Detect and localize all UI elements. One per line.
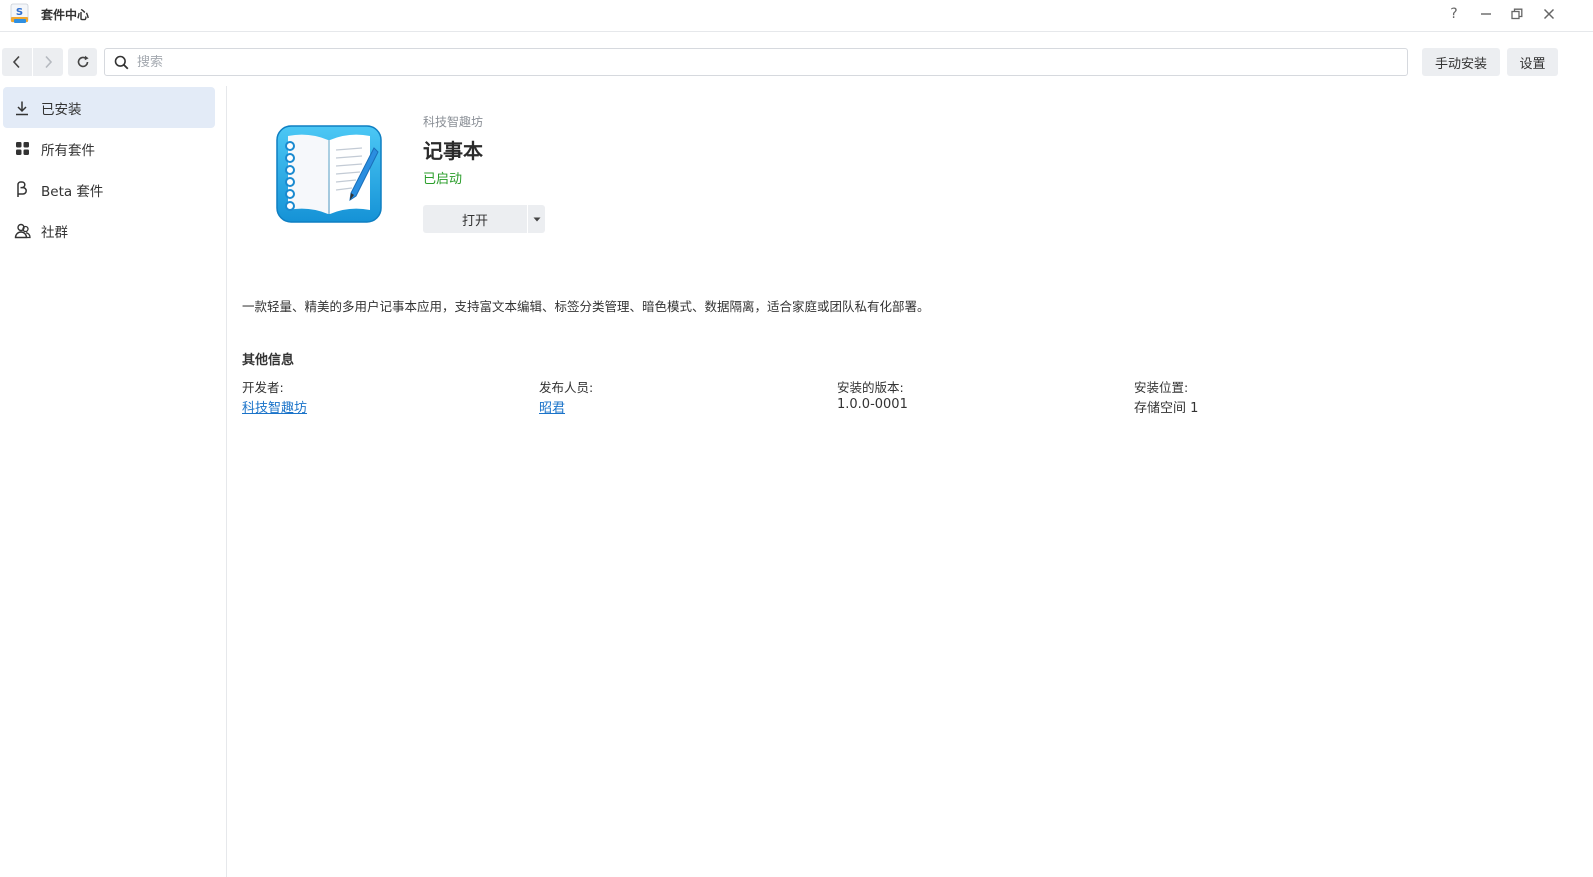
minimize-button[interactable] (1476, 4, 1496, 24)
settings-label: 设置 (1519, 56, 1546, 72)
title-divider (0, 31, 1593, 32)
open-button[interactable]: 打开 (423, 205, 527, 233)
installed-version-value: 1.0.0-0001 (837, 397, 908, 412)
package-status: 已启动 (423, 172, 463, 187)
caret-down-icon (533, 217, 540, 221)
close-icon (1543, 8, 1555, 20)
sidebar-item-community[interactable]: 社群 (3, 210, 215, 251)
restore-icon (1511, 8, 1523, 20)
sidebar-item-beta[interactable]: Beta 套件 (3, 169, 215, 210)
back-button[interactable] (2, 48, 32, 76)
grid-icon (15, 142, 29, 155)
sidebar-item-all-packages[interactable]: 所有套件 (3, 128, 215, 169)
beta-icon (17, 181, 27, 197)
sidebar-item-label: Beta 套件 (41, 183, 104, 200)
manual-install-label: 手动安装 (1434, 56, 1487, 72)
developer-link[interactable]: 科技智趣坊 (242, 397, 307, 416)
open-button-label: 打开 (461, 213, 488, 229)
sidebar-item-label: 所有套件 (41, 142, 95, 159)
package-developer: 科技智趣坊 (423, 115, 484, 129)
other-info-heading: 其他信息 (242, 353, 295, 368)
refresh-icon (77, 55, 89, 68)
download-icon (16, 101, 28, 115)
restore-button[interactable] (1507, 4, 1527, 24)
install-location-label: 安装位置: (1134, 380, 1189, 395)
help-button[interactable]: ? (1444, 4, 1464, 24)
search-icon (114, 55, 128, 69)
notebook-app-icon (276, 125, 382, 223)
install-location-value: 存储空间 1 (1134, 401, 1199, 416)
sidebar-item-label: 已安装 (41, 101, 82, 118)
window-title: 套件中心 (41, 8, 90, 22)
refresh-button[interactable] (68, 48, 97, 76)
manual-install-button[interactable]: 手动安装 (1422, 48, 1500, 76)
forward-button[interactable] (33, 48, 63, 76)
community-icon (14, 223, 31, 238)
chevron-left-icon (12, 55, 20, 69)
package-name: 记事本 (423, 139, 483, 163)
history-nav (2, 48, 63, 76)
installed-version-label: 安装的版本: (837, 380, 904, 395)
sidebar-item-label: 社群 (41, 224, 68, 241)
package-center-logo-icon: S (10, 3, 29, 23)
search-bar (104, 48, 1408, 76)
package-description: 一款轻量、精美的多用户记事本应用，支持富文本编辑、标签分类管理、暗色模式、数据隔… (242, 299, 930, 314)
settings-button[interactable]: 设置 (1507, 48, 1558, 76)
title-bar: S 套件中心 ? (0, 0, 1593, 28)
open-button-group: 打开 (423, 205, 545, 233)
minimize-icon (1481, 13, 1491, 15)
chevron-right-icon (45, 55, 53, 69)
search-input[interactable] (137, 54, 1337, 70)
close-button[interactable] (1539, 4, 1559, 24)
developer-label: 开发者: (242, 380, 284, 395)
sidebar: 已安装 所有套件 Beta 套件 社群 (0, 86, 227, 877)
publisher-label: 发布人员: (539, 380, 594, 395)
open-dropdown-button[interactable] (528, 205, 545, 233)
publisher-link[interactable]: 昭君 (539, 397, 565, 416)
sidebar-item-installed[interactable]: 已安装 (3, 87, 215, 128)
svg-text:S: S (16, 7, 23, 18)
help-icon: ? (1450, 6, 1458, 22)
